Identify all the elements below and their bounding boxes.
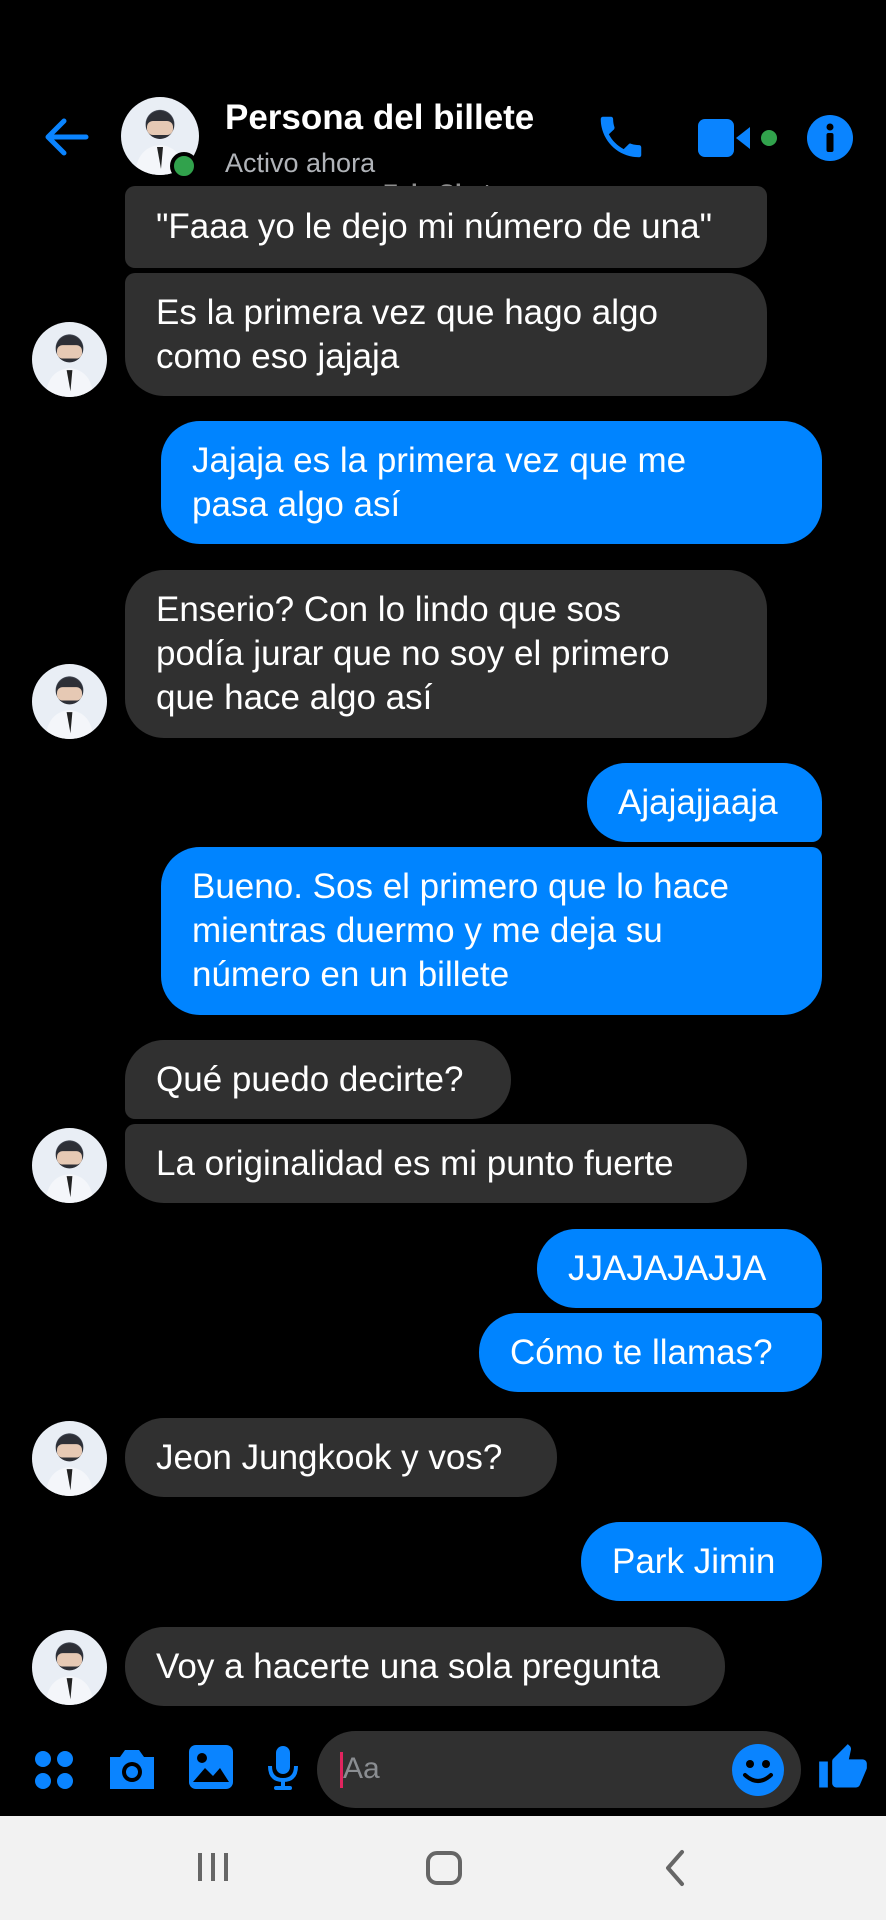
- incoming-message[interactable]: Enserio? Con lo lindo que sos podía jura…: [125, 570, 767, 738]
- message-text: Enserio? Con lo lindo que sos podía jura…: [156, 590, 670, 717]
- chat-header: Persona del billete Activo ahora FakeCha…: [0, 0, 886, 207]
- back-arrow-icon[interactable]: [42, 112, 92, 162]
- video-camera-icon[interactable]: [696, 117, 784, 159]
- info-icon[interactable]: [806, 114, 854, 162]
- incoming-message[interactable]: Jeon Jungkook y vos?: [125, 1418, 557, 1497]
- message-text: Voy a hacerte una sola pregunta: [156, 1646, 660, 1686]
- outgoing-message[interactable]: Jajaja es la primera vez que me pasa alg…: [161, 421, 822, 544]
- message-input[interactable]: [317, 1731, 801, 1808]
- message-text: "Faaa yo le dejo mi número de una": [156, 207, 713, 246]
- camera-icon[interactable]: [106, 1745, 158, 1793]
- outgoing-message[interactable]: Bueno. Sos el primero que lo hace mientr…: [161, 847, 822, 1015]
- microphone-icon[interactable]: [266, 1744, 300, 1792]
- message-input-placeholder: Aa: [343, 1752, 380, 1785]
- back-nav-icon[interactable]: [660, 1849, 690, 1887]
- sender-avatar[interactable]: [32, 322, 107, 397]
- gallery-icon[interactable]: [188, 1744, 234, 1790]
- message-text: Cómo te llamas?: [510, 1332, 773, 1372]
- outgoing-message[interactable]: Ajajajjaaja: [587, 763, 822, 842]
- outgoing-message[interactable]: JJAJAJAJJA: [537, 1229, 822, 1308]
- message-text: JJAJAJAJJA: [568, 1248, 767, 1288]
- online-status-dot: [170, 152, 198, 180]
- sender-avatar[interactable]: [32, 1128, 107, 1203]
- message-text: Jajaja es la primera vez que me pasa alg…: [192, 440, 687, 524]
- home-icon[interactable]: [425, 1850, 463, 1886]
- incoming-message[interactable]: "Faaa yo le dejo mi número de una": [125, 186, 767, 268]
- outgoing-message[interactable]: Cómo te llamas?: [479, 1313, 822, 1392]
- apps-grid-icon[interactable]: [32, 1748, 76, 1792]
- message-text: Park Jimin: [612, 1541, 776, 1581]
- contact-status: Activo ahora: [225, 148, 376, 178]
- message-text: La originalidad es mi punto fuerte: [156, 1143, 674, 1183]
- emoji-icon[interactable]: [731, 1743, 785, 1797]
- thumbs-up-icon[interactable]: [817, 1742, 869, 1794]
- phone-icon[interactable]: [594, 110, 648, 164]
- incoming-message[interactable]: Qué puedo decirte?: [125, 1040, 511, 1119]
- recent-apps-icon[interactable]: [196, 1851, 230, 1883]
- message-text: Es la primera vez que hago algo como eso…: [156, 292, 658, 376]
- incoming-message[interactable]: Voy a hacerte una sola pregunta: [125, 1627, 725, 1706]
- message-text: Bueno. Sos el primero que lo hace mientr…: [192, 867, 729, 994]
- sender-avatar[interactable]: [32, 1630, 107, 1705]
- contact-name[interactable]: Persona del billete: [225, 98, 534, 138]
- sender-avatar[interactable]: [32, 664, 107, 739]
- outgoing-message[interactable]: Park Jimin: [581, 1522, 822, 1601]
- incoming-message[interactable]: La originalidad es mi punto fuerte: [125, 1124, 747, 1203]
- incoming-message[interactable]: Es la primera vez que hago algo como eso…: [125, 273, 767, 396]
- message-text: Jeon Jungkook y vos?: [156, 1437, 503, 1477]
- message-text: Ajajajjaaja: [618, 782, 778, 822]
- message-text: Qué puedo decirte?: [156, 1059, 464, 1099]
- sender-avatar[interactable]: [32, 1421, 107, 1496]
